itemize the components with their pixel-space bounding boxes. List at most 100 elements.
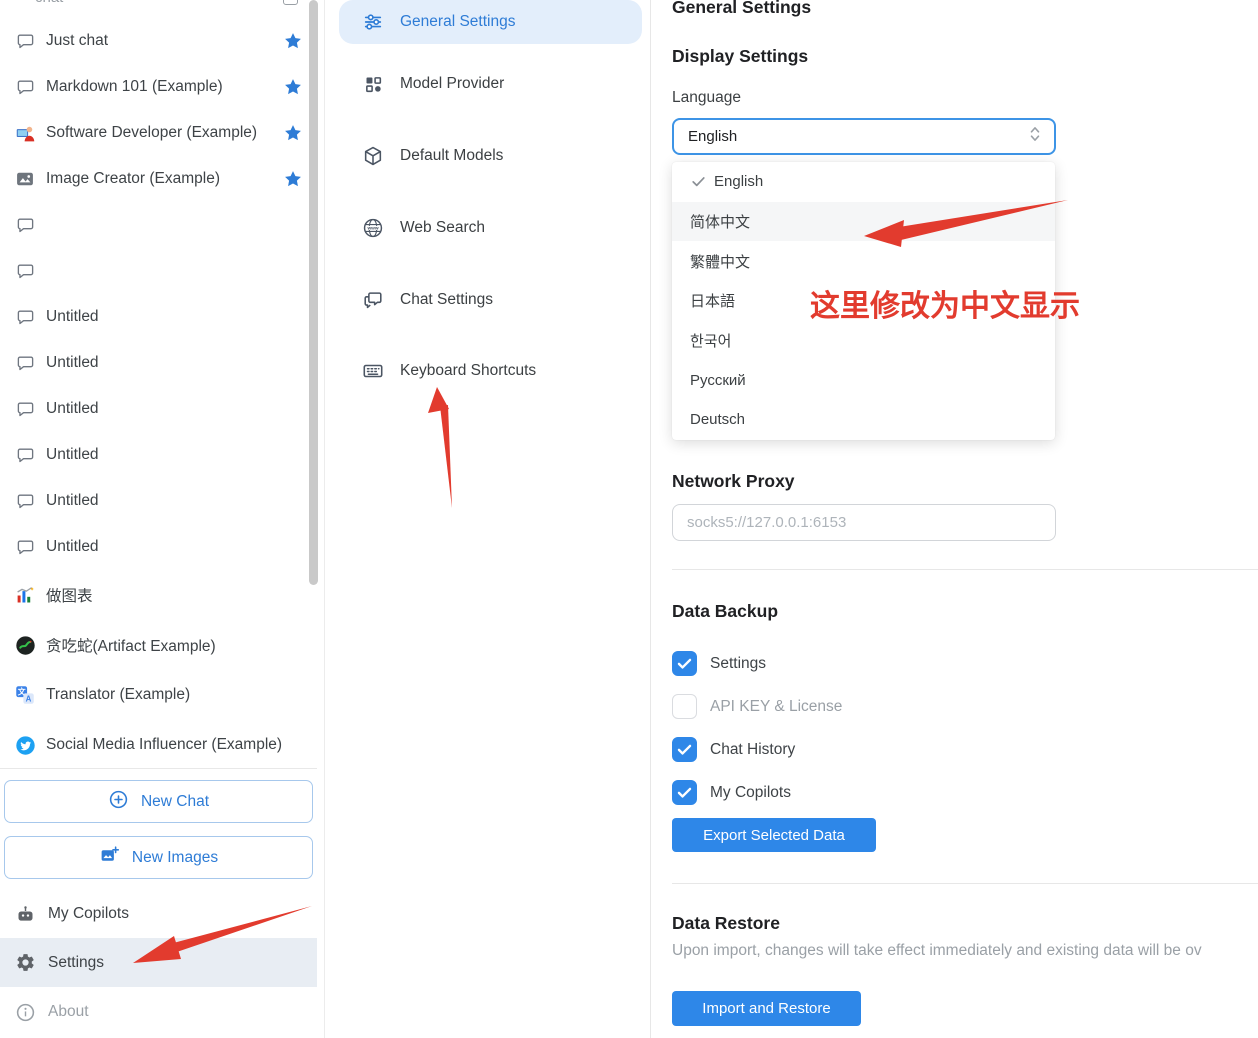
- settings-item[interactable]: Settings: [0, 938, 317, 987]
- twitter-icon: [14, 734, 36, 756]
- chat-list-item[interactable]: 贪吃蛇(Artifact Example): [0, 620, 309, 670]
- language-option[interactable]: Deutsch: [672, 400, 1055, 440]
- language-option-label: 繁體中文: [690, 251, 750, 272]
- chat-list-item[interactable]: Image Creator (Example): [0, 156, 309, 202]
- backup-option[interactable]: API KEY & License: [672, 685, 1072, 728]
- settings-nav-label: Model Provider: [400, 75, 504, 93]
- chat-icon: [14, 260, 36, 282]
- chat-icon: [14, 490, 36, 512]
- star-icon[interactable]: [283, 31, 303, 51]
- settings-nav-item[interactable]: Chat Settings: [339, 278, 642, 322]
- chat-icon: [14, 30, 36, 52]
- backup-option-label: My Copilots: [710, 784, 791, 802]
- language-option[interactable]: English: [672, 162, 1055, 202]
- chat-list-item[interactable]: Untitled: [0, 478, 309, 524]
- language-label: Language: [672, 89, 741, 107]
- chat-list-item[interactable]: Untitled: [0, 340, 309, 386]
- settings-nav-item[interactable]: Model Provider: [339, 62, 642, 106]
- settings-nav-item[interactable]: General Settings: [339, 0, 642, 44]
- backup-option[interactable]: My Copilots: [672, 771, 1072, 814]
- cut-off-icon: [283, 0, 298, 5]
- about-item[interactable]: About: [0, 987, 317, 1037]
- chat-list-item[interactable]: Markdown 101 (Example): [0, 64, 309, 110]
- my-copilots-item[interactable]: My Copilots: [0, 891, 317, 937]
- chat-list-item[interactable]: Software Developer (Example): [0, 110, 309, 156]
- settings-nav-item[interactable]: Default Models: [339, 134, 642, 178]
- new-chat-button[interactable]: New Chat: [4, 780, 313, 823]
- chat-list-item[interactable]: Untitled: [0, 524, 309, 570]
- keyboard-icon: [361, 359, 385, 383]
- settings-nav-item[interactable]: Keyboard Shortcuts: [339, 341, 642, 401]
- general-settings-panel: General Settings Display Settings Langua…: [652, 0, 1258, 1038]
- section-divider: [672, 883, 1258, 884]
- chat-title: Untitled: [46, 446, 303, 464]
- chat-title: Social Media Influencer (Example): [46, 736, 303, 754]
- chat-icon: [14, 398, 36, 420]
- backup-option-label: Chat History: [710, 741, 795, 759]
- settings-nav-label: Keyboard Shortcuts: [400, 362, 536, 380]
- language-option[interactable]: 繁體中文: [672, 241, 1055, 281]
- checkbox[interactable]: [672, 694, 697, 719]
- translator-icon: 文A: [14, 684, 36, 706]
- sidebar-scrollbar[interactable]: [309, 0, 318, 585]
- data-backup-heading: Data Backup: [672, 601, 778, 622]
- backup-option[interactable]: Chat History: [672, 728, 1072, 771]
- settings-nav-item[interactable]: www Web Search: [339, 206, 642, 250]
- language-option[interactable]: 简体中文: [672, 202, 1055, 242]
- language-select[interactable]: English: [672, 118, 1056, 155]
- chat-list-item[interactable]: Just chat: [0, 18, 309, 64]
- language-option[interactable]: 한국어: [672, 321, 1055, 361]
- cut-off-chat-label: chat: [35, 0, 63, 6]
- backup-option-label: API KEY & License: [710, 698, 842, 716]
- chatcog-icon: [361, 288, 385, 312]
- language-option-label: 한국어: [690, 330, 731, 351]
- settings-nav-label: Default Models: [400, 147, 503, 165]
- page-title: General Settings: [672, 0, 811, 18]
- new-images-button[interactable]: New Images: [4, 836, 313, 879]
- gear-icon: [14, 952, 36, 974]
- chat-icon: [14, 536, 36, 558]
- export-selected-data-button[interactable]: Export Selected Data: [672, 818, 876, 852]
- chat-title: Untitled: [46, 308, 303, 326]
- image-plus-icon: [99, 845, 120, 871]
- checkbox[interactable]: [672, 737, 697, 762]
- chat-list-item[interactable]: Social Media Influencer (Example): [0, 720, 309, 770]
- chat-icon: [14, 444, 36, 466]
- language-option[interactable]: Русский: [672, 360, 1055, 400]
- chat-list-item[interactable]: 文A Translator (Example): [0, 670, 309, 720]
- chat-title: Untitled: [46, 354, 303, 372]
- star-icon[interactable]: [283, 123, 303, 143]
- checkbox[interactable]: [672, 651, 697, 676]
- chat-list-item[interactable]: 做图表: [0, 570, 309, 620]
- svg-text:A: A: [26, 695, 32, 704]
- chat-title: Untitled: [46, 538, 303, 556]
- backup-option-label: Settings: [710, 655, 766, 673]
- chat-list-item[interactable]: [0, 202, 309, 248]
- svg-text:www: www: [366, 226, 378, 231]
- dev-icon: [14, 122, 36, 144]
- import-and-restore-button[interactable]: Import and Restore: [672, 991, 861, 1026]
- backup-options: Settings API KEY & License Chat History …: [672, 642, 1072, 814]
- language-option-label: 简体中文: [690, 211, 750, 232]
- checkbox[interactable]: [672, 780, 697, 805]
- chat-list-item[interactable]: Untitled: [0, 386, 309, 432]
- image-icon: [14, 168, 36, 190]
- chat-sidebar: chat Just chat Markdown 101 (Example) So…: [0, 0, 325, 1038]
- network-proxy-input[interactable]: [672, 504, 1056, 541]
- sliders-icon: [361, 10, 385, 34]
- chat-title: 做图表: [46, 584, 303, 606]
- sidebar-footer: New Chat New Images My Copilots Settings…: [0, 768, 317, 1038]
- chat-icon: [14, 214, 36, 236]
- chat-list-item[interactable]: Untitled: [0, 294, 309, 340]
- backup-option[interactable]: Settings: [672, 642, 1072, 685]
- star-icon[interactable]: [283, 169, 303, 189]
- star-icon[interactable]: [283, 77, 303, 97]
- chat-title: Markdown 101 (Example): [46, 78, 279, 96]
- chat-icon: [14, 352, 36, 374]
- chat-title: Software Developer (Example): [46, 124, 279, 142]
- updown-chevron-icon: [1028, 124, 1042, 149]
- language-option-label: Русский: [690, 372, 746, 389]
- chat-list-item[interactable]: Untitled: [0, 432, 309, 478]
- chat-list-item[interactable]: [0, 248, 309, 294]
- robot-icon: [14, 903, 36, 925]
